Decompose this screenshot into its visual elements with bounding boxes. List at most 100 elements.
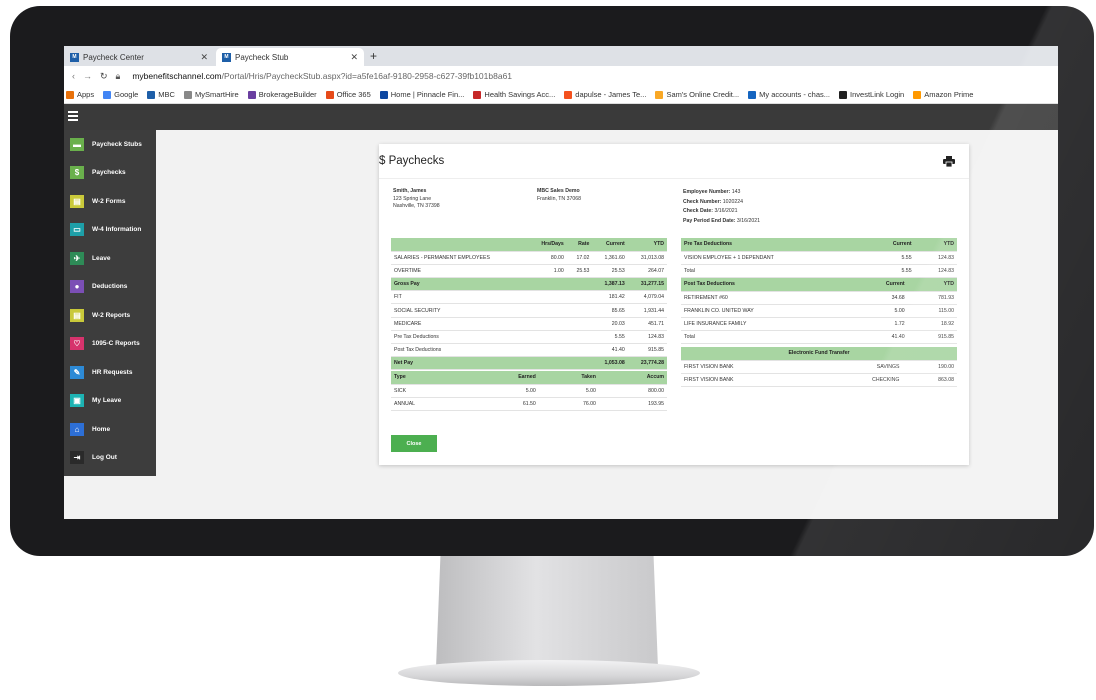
- earnings-cell-ytd: 1,931.44: [627, 303, 667, 318]
- mysmarthire-icon: [183, 90, 192, 99]
- forward-arrow-icon[interactable]: →: [83, 71, 92, 81]
- earnings-cell-rate: [566, 356, 593, 371]
- sidebar-item-paycheck-stubs[interactable]: ▬ Paycheck Stubs: [64, 130, 156, 159]
- hr-requests-icon: ✎: [70, 365, 84, 379]
- tab-paycheck-center[interactable]: M Paycheck Center ✕: [64, 48, 214, 66]
- pre-tax-cell-ytd: 124.83: [914, 264, 957, 279]
- sidebar-item-deductions[interactable]: ● Deductions: [64, 273, 156, 302]
- sidebar-item-w-2-reports[interactable]: ▤ W-2 Reports: [64, 301, 156, 330]
- post-tax-cell-ytd: 115.00: [907, 304, 957, 319]
- stub-panel: Smith, James 123 Spring Lane Nashville, …: [379, 178, 969, 465]
- bookmark-1[interactable]: Google: [103, 90, 138, 99]
- column-header: Type: [391, 371, 470, 385]
- menu-icon[interactable]: [68, 111, 78, 123]
- sidebar-item-w-2-forms[interactable]: ▤ W-2 Forms: [64, 187, 156, 216]
- sidebar-item-label: Log Out: [92, 454, 117, 462]
- bookmark-11[interactable]: InvestLink Login: [839, 90, 904, 99]
- earnings-cell-current: 5.55: [592, 330, 628, 345]
- leave-cell-type: SICK: [391, 384, 470, 398]
- close-button[interactable]: Close: [391, 435, 437, 452]
- new-tab-button[interactable]: +: [370, 49, 377, 63]
- bookmark-7[interactable]: Health Savings Acc...: [473, 90, 555, 99]
- post-tax-header-row: Post Tax Deductions Current YTD: [681, 278, 957, 292]
- earnings-cell-hrs: [528, 356, 567, 371]
- monitor-base: [398, 660, 700, 686]
- earnings-cell-hrs: [528, 290, 567, 305]
- employee-number: 143: [731, 189, 741, 195]
- earnings-header-row: Hrs/Days Rate Current YTD: [391, 238, 667, 252]
- earnings-cell-rate: 17.02: [566, 251, 593, 265]
- bookmark-0[interactable]: Apps: [66, 90, 94, 99]
- sidebar-item-w-4-information[interactable]: ▭ W-4 Information: [64, 216, 156, 245]
- sidebar-item-label: 1095-C Reports: [92, 340, 140, 348]
- earnings-cell-current: 1,361.60: [592, 251, 628, 265]
- bookmark-9[interactable]: Sam's Online Credit...: [655, 90, 739, 99]
- print-icon[interactable]: [943, 156, 955, 167]
- earnings-cell-label: SOCIAL SECURITY: [391, 303, 529, 318]
- tab-paycheck-stub[interactable]: M Paycheck Stub ✕: [216, 48, 364, 66]
- bookmark-6[interactable]: Home | Pinnacle Fin...: [379, 90, 464, 99]
- bookmarks-bar: Apps Google MBC MySmartHire BrokerageBuilder…: [64, 86, 1058, 104]
- url-host: mybenefitschannel.com: [132, 71, 222, 81]
- home-icon: ⌂: [70, 422, 84, 436]
- bookmark-label: Health Savings Acc...: [484, 90, 556, 99]
- earnings-cell-rate: [566, 343, 593, 358]
- sidebar-item-my-leave[interactable]: ▣ My Leave: [64, 387, 156, 416]
- earnings-cell-current: 1,053.08: [592, 356, 628, 371]
- url-input[interactable]: mybenefitschannel.com/Portal/Hris/Payche…: [132, 71, 512, 81]
- eft-account-type: CHECKING: [819, 373, 903, 388]
- check-date: 3/16/2021: [714, 208, 738, 214]
- bookmark-5[interactable]: Office 365: [325, 90, 371, 99]
- sidebar-item-leave[interactable]: ✈ Leave: [64, 244, 156, 273]
- column-header: Rate: [566, 238, 593, 252]
- column-header: YTD: [914, 238, 957, 252]
- bookmark-12[interactable]: Amazon Prime: [913, 90, 973, 99]
- bookmark-8[interactable]: dapulse - James Te...: [564, 90, 646, 99]
- sidebar-item-1095-c-reports[interactable]: ♡ 1095-C Reports: [64, 330, 156, 359]
- sidebar-item-hr-requests[interactable]: ✎ HR Requests: [64, 358, 156, 387]
- tab-close-icon[interactable]: ✕: [200, 52, 208, 63]
- sidebar-item-paychecks[interactable]: $ Paychecks: [64, 159, 156, 188]
- sidebar-item-log-out[interactable]: ⇥ Log Out: [64, 444, 156, 473]
- pre-tax-cell-label: VISION EMPLOYEE + 1 DEPENDANT: [681, 251, 867, 265]
- earnings-cell-current: 1,387.13: [592, 277, 628, 292]
- bookmark-10[interactable]: My accounts - chas...: [748, 90, 830, 99]
- sidebar-item-home[interactable]: ⌂ Home: [64, 415, 156, 444]
- earnings-cell-hrs: [528, 317, 567, 331]
- earnings-cell-ytd: 23,774.28: [627, 356, 667, 371]
- plane-icon: ✈: [70, 251, 84, 265]
- bookmark-2[interactable]: MBC: [147, 90, 175, 99]
- leave-cell-taken: 76.00: [538, 397, 599, 412]
- earnings-cell-current: 85.65: [592, 303, 628, 318]
- earnings-cell-hrs: 1.00: [528, 264, 567, 279]
- bookmark-label: My accounts - chas...: [759, 90, 831, 99]
- earnings-row: Gross Pay 1,387.13 31,277.15: [391, 277, 667, 292]
- bookmark-3[interactable]: MySmartHire: [183, 90, 239, 99]
- earnings-cell-ytd: 31,013.08: [627, 251, 667, 265]
- earnings-cell-label: SALARIES - PERMANENT EMPLOYEES: [391, 251, 529, 265]
- earnings-cell-hrs: [528, 303, 567, 318]
- earnings-row: MEDICARE 20.03 451.71: [391, 317, 667, 331]
- back-arrow-icon[interactable]: ‹: [72, 71, 75, 81]
- w2-reports-icon: ▤: [70, 308, 84, 322]
- tab-close-icon[interactable]: ✕: [350, 52, 358, 63]
- company-name: MBC Sales Demo: [537, 188, 580, 194]
- earnings-cell-hrs: [528, 343, 567, 358]
- post-tax-cell-label: LIFE INSURANCE FAMILY: [681, 317, 852, 332]
- sidebar-item-label: My Leave: [92, 397, 122, 405]
- post-tax-cell-current: 1.72: [851, 317, 908, 332]
- pre-tax-row: VISION EMPLOYEE + 1 DEPENDANT 5.55 124.83: [681, 251, 957, 265]
- monitor-stand: [436, 556, 658, 668]
- bookmark-4[interactable]: BrokerageBuilder: [247, 90, 317, 99]
- check-number: 1020224: [722, 198, 743, 205]
- post-tax-row: LIFE INSURANCE FAMILY 1.72 18.92: [681, 317, 957, 332]
- earnings-row: Post Tax Deductions 41.40 915.85: [391, 343, 667, 358]
- leave-row: ANNUAL 61.50 76.00 193.95: [391, 397, 667, 412]
- amazon-icon: [913, 90, 922, 99]
- reload-icon[interactable]: ↻: [100, 71, 108, 82]
- pay-period-label: Pay Period End Date:: [683, 217, 736, 224]
- bookmark-label: MBC: [158, 90, 175, 99]
- earnings-cell-rate: [566, 330, 593, 345]
- earnings-cell-label: Net Pay: [391, 356, 529, 371]
- lock-icon[interactable]: 🔒︎: [116, 71, 121, 82]
